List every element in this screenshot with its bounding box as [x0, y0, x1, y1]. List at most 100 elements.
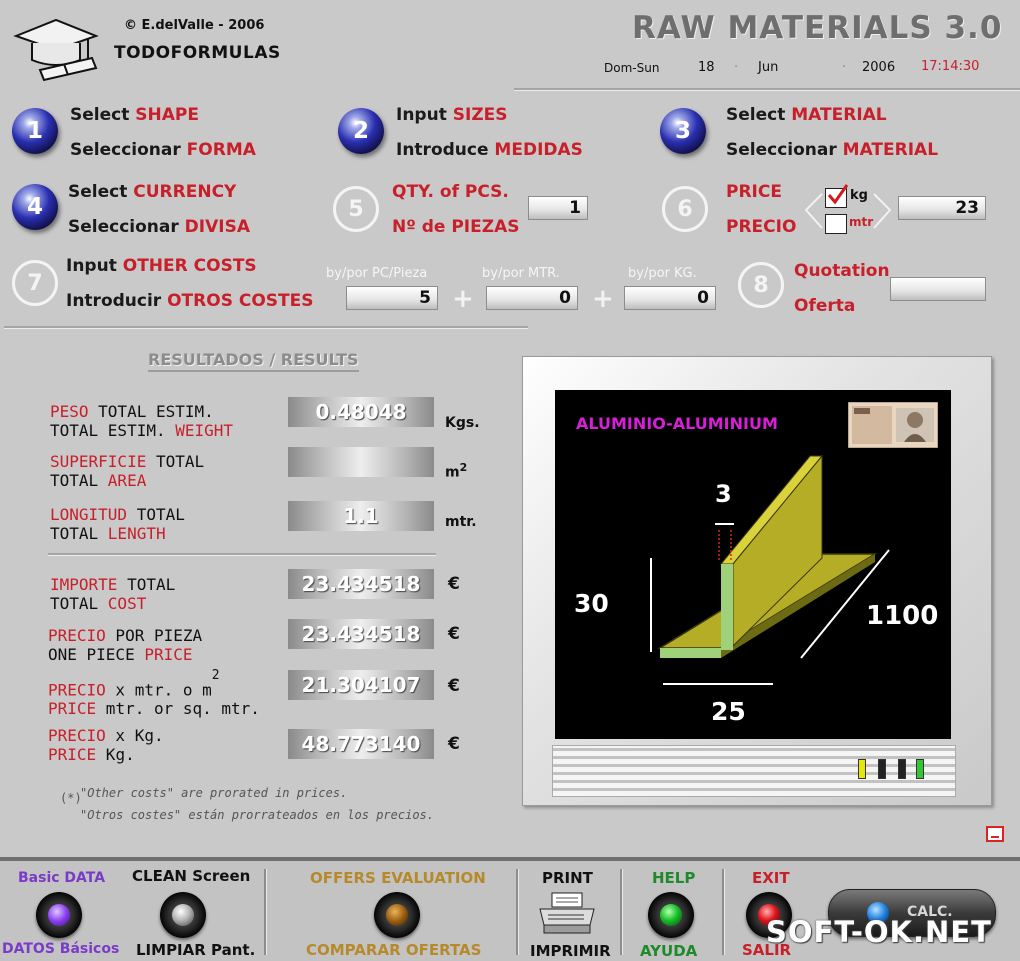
price-es-label: PRECIO	[726, 217, 797, 237]
step-1-en-label[interactable]: Select SHAPE	[70, 105, 199, 125]
note-en: "Other costs" are prorated in prices.	[80, 786, 348, 800]
length-label: LONGITUD TOTAL TOTAL LENGTH	[50, 505, 185, 543]
quotation-es-label: Oferta	[794, 296, 856, 316]
dimension-thickness: 3	[715, 480, 732, 508]
hint-per-meter: by/por MTR.	[482, 266, 560, 281]
length-value: 1.1	[288, 501, 434, 531]
total-cost-value: 23.434518	[288, 569, 434, 599]
kg-price-value: 48.773140	[288, 729, 434, 759]
print-en[interactable]: PRINT	[542, 869, 593, 887]
step-3-es-label[interactable]: Seleccionar MATERIAL	[726, 140, 938, 160]
unit-mtr-checkbox[interactable]	[825, 214, 847, 234]
purple-knob-icon	[48, 904, 70, 926]
offers-evaluation-button[interactable]	[374, 892, 420, 938]
profile-web-end	[721, 564, 733, 650]
bottom-toolbar: Basic DATA DATOS Básicos CLEAN Screen LI…	[0, 857, 1020, 961]
exit-en[interactable]: EXIT	[752, 869, 790, 887]
step-4-en-label[interactable]: Select CURRENCY	[68, 182, 236, 202]
total-cost-currency: €	[448, 574, 460, 594]
piece-price-value: 23.434518	[288, 619, 434, 649]
offers-evaluation-es[interactable]: COMPARAR OFERTAS	[306, 941, 481, 959]
date-year: 2006	[862, 60, 896, 75]
meter-price-label: PRECIO x mtr. o m2 PRICE mtr. or sq. mtr.	[48, 668, 260, 719]
piece-price-label: PRECIO POR PIEZA ONE PIECE PRICE	[48, 626, 203, 664]
other-cost-per-meter-input[interactable]: 0	[486, 286, 578, 310]
offers-evaluation-en[interactable]: OFFERS EVALUATION	[310, 869, 486, 887]
step-7-en-label: Input OTHER COSTS	[66, 256, 257, 276]
raw-materials-window: © E.delValle - 2006 TODOFORMULAS RAW MAT…	[0, 0, 1020, 961]
meter-price-value: 21.304107	[288, 670, 434, 700]
led-yellow-icon	[858, 759, 866, 779]
minimize-icon	[991, 836, 999, 838]
toolbar-divider-1	[264, 869, 267, 955]
monitor-vents	[552, 745, 956, 797]
step-2-en-label[interactable]: Input SIZES	[396, 105, 508, 125]
length-unit: mtr.	[445, 514, 477, 530]
led-off-icon	[878, 759, 886, 779]
toolbar-divider-4	[722, 869, 725, 955]
clean-screen-es[interactable]: LIMPIAR Pant.	[136, 941, 255, 959]
step-2-sizes-button[interactable]: 2	[338, 108, 384, 154]
results-divider	[48, 553, 436, 556]
note-es: "Otros costes" están prorrateados en los…	[80, 808, 435, 822]
dimension-height: 30	[574, 589, 609, 618]
clean-screen-en[interactable]: CLEAN Screen	[132, 867, 250, 885]
help-es[interactable]: AYUDA	[640, 942, 697, 960]
quotation-input[interactable]	[890, 277, 986, 301]
toolbar-divider-2	[516, 869, 519, 955]
other-cost-per-piece-input[interactable]: 5	[346, 286, 438, 310]
other-cost-per-kg-input[interactable]: 0	[624, 286, 716, 310]
led-off-icon-2	[898, 759, 906, 779]
area-unit: m2	[445, 461, 468, 481]
led-green-icon	[916, 759, 924, 779]
price-input[interactable]: 23	[898, 196, 986, 220]
green-knob-icon	[660, 904, 682, 926]
step-5-badge: 5	[333, 186, 379, 232]
results-title: RESULTADOS / RESULTS	[148, 350, 359, 372]
basic-data-en[interactable]: Basic DATA	[18, 870, 105, 886]
step-4-currency-button[interactable]: 4	[12, 184, 58, 230]
kg-price-label: PRECIO x Kg. PRICE Kg.	[48, 726, 164, 764]
graduation-cap-logo-icon	[13, 18, 99, 82]
help-button[interactable]	[648, 892, 694, 938]
step-6-badge: 6	[662, 186, 708, 232]
plus-sign-1: +	[452, 284, 474, 314]
header-divider	[514, 88, 1020, 91]
minimize-button[interactable]	[986, 826, 1004, 842]
orange-knob-icon	[386, 904, 408, 926]
print-es[interactable]: IMPRIMIR	[530, 942, 611, 960]
plus-sign-2: +	[592, 284, 614, 314]
step-2-es-label[interactable]: Introduce MEDIDAS	[396, 140, 583, 160]
dimension-length: 1100	[866, 601, 939, 631]
dimension-width: 25	[711, 697, 746, 726]
area-value	[288, 447, 434, 477]
step-1-es-label[interactable]: Seleccionar FORMA	[70, 140, 256, 160]
app-title: RAW MATERIALS 3.0	[632, 10, 1003, 46]
basic-data-button[interactable]	[36, 892, 82, 938]
meter-price-currency: €	[448, 676, 460, 696]
qty-es-label: Nº de PIEZAS	[392, 217, 520, 237]
step-4-es-label[interactable]: Seleccionar DIVISA	[68, 217, 250, 237]
step-7-es-label: Introducir OTROS COSTES	[66, 291, 314, 311]
step-3-material-button[interactable]: 3	[660, 108, 706, 154]
date-dd: 18	[698, 60, 715, 75]
help-en[interactable]: HELP	[652, 869, 695, 887]
clean-screen-button[interactable]	[160, 892, 206, 938]
unit-mtr-label: mtr	[849, 215, 874, 229]
quantity-input[interactable]: 1	[528, 196, 588, 220]
weight-unit: Kgs.	[445, 415, 480, 431]
total-cost-label: IMPORTE TOTAL TOTAL COST	[50, 575, 176, 613]
kg-price-currency: €	[448, 734, 460, 754]
price-en-label: PRICE	[726, 182, 782, 202]
hint-per-piece: by/por PC/Pieza	[326, 266, 428, 281]
clock-time: 17:14:30	[921, 59, 980, 74]
basic-data-es[interactable]: DATOS Básicos	[2, 941, 119, 957]
unit-kg-checkbox[interactable]	[825, 184, 849, 208]
step-8-badge: 8	[738, 262, 784, 308]
printer-icon[interactable]	[536, 891, 598, 935]
piece-price-currency: €	[448, 624, 460, 644]
step-1-shape-button[interactable]: 1	[12, 108, 58, 154]
qty-en-label: QTY. of PCS.	[392, 182, 509, 202]
step-3-en-label[interactable]: Select MATERIAL	[726, 105, 887, 125]
step-7-badge: 7	[12, 260, 58, 306]
